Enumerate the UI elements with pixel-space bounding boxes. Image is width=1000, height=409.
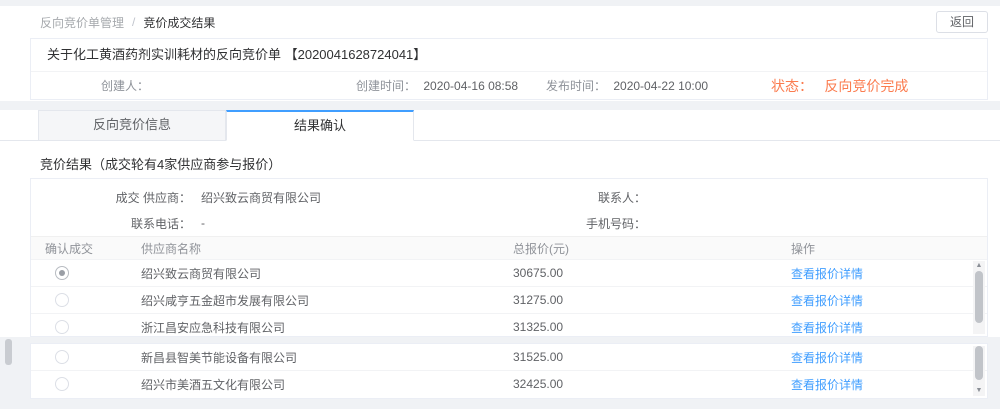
confirm-radio[interactable] [55, 350, 69, 364]
action-cell: 查看报价详情 [781, 376, 987, 393]
breadcrumb-current: 竞价成交结果 [143, 14, 215, 31]
create-time-value: 2020-04-16 08:58 [423, 79, 518, 93]
table-body-top: 绍兴致云商贸有限公司30675.00查看报价详情绍兴咸亨五金超市发展有限公司31… [31, 259, 987, 337]
confirm-cell [31, 266, 131, 281]
total-price-cell: 32425.00 [501, 377, 781, 391]
confirm-cell [31, 377, 131, 392]
phone-value: - [201, 216, 561, 230]
create-time-label: 创建时间： [356, 79, 416, 93]
view-quote-detail-link[interactable]: 查看报价详情 [791, 378, 863, 392]
create-time-field: 创建时间： 2020-04-16 08:58 [356, 72, 518, 100]
supplier-name-cell: 绍兴市美酒五文化有限公司 [131, 376, 501, 393]
action-cell: 查看报价详情 [781, 292, 987, 309]
action-cell: 查看报价详情 [781, 265, 987, 282]
back-button[interactable]: 返回 [936, 11, 988, 33]
action-cell: 查看报价详情 [781, 349, 987, 366]
scrollbar-fragment [5, 339, 12, 365]
total-price-cell: 31325.00 [501, 320, 781, 334]
publish-time-value: 2020-04-22 10:00 [613, 79, 708, 93]
order-title: 关于化工黄酒药剂实训耗材的反向竞价单 【2020041628724041】 [31, 39, 987, 72]
view-quote-detail-link[interactable]: 查看报价详情 [791, 321, 863, 335]
total-price-cell: 30675.00 [501, 266, 781, 280]
confirm-cell [31, 350, 131, 365]
view-quote-detail-link[interactable]: 查看报价详情 [791, 267, 863, 281]
confirm-radio[interactable] [55, 320, 69, 334]
winner-supplier-value: 绍兴致云商贸有限公司 [201, 189, 561, 206]
table-row: 绍兴咸亨五金超市发展有限公司31275.00 查看报价详情 [31, 286, 987, 313]
breadcrumb-bar: 反向竞价单管理 / 竞价成交结果 返回 [0, 6, 1000, 38]
total-price-cell: 31275.00 [501, 293, 781, 307]
col-supplier: 供应商名称 [131, 240, 501, 257]
tab-result-confirm[interactable]: 结果确认 [226, 110, 414, 141]
status-label: 状态： [771, 78, 813, 94]
publish-time-label: 发布时间： [546, 79, 606, 93]
view-quote-detail-link[interactable]: 查看报价详情 [791, 351, 863, 365]
winner-supplier-label: 成交 供应商： [31, 189, 191, 206]
table-body-bottom: 新昌县智美节能设备有限公司31525.00查看报价详情绍兴市美酒五文化有限公司3… [31, 344, 987, 397]
status-field: 状态： 反向竞价完成 [771, 72, 908, 101]
supplier-name-cell: 绍兴咸亨五金超市发展有限公司 [131, 292, 501, 309]
table-header: 确认成交 供应商名称 总报价(元) 操作 [31, 236, 987, 259]
confirm-cell [31, 320, 131, 335]
table-row: 浙江昌安应急科技有限公司31325.00 查看报价详情 [31, 313, 987, 337]
scroll-up-icon[interactable]: ▲ [976, 261, 983, 271]
result-section-title: 竞价结果（成交轮有4家供应商参与报价） [40, 154, 1000, 173]
table-row: 绍兴市美酒五文化有限公司32425.00 查看报价详情 [31, 370, 987, 397]
order-card: 关于化工黄酒药剂实训耗材的反向竞价单 【2020041628724041】 创建… [30, 38, 988, 100]
tab-reverse-auction-info[interactable]: 反向竞价信息 [38, 110, 226, 140]
winner-info-row: 联系电话： - 手机号码： [31, 210, 987, 236]
breadcrumb-separator: / [132, 15, 135, 29]
confirm-radio[interactable] [55, 377, 69, 391]
contact-label: 联系人： [561, 189, 646, 206]
stitch-band: 新昌县智美节能设备有限公司31525.00查看报价详情绍兴市美酒五文化有限公司3… [0, 337, 1000, 409]
table-row: 绍兴致云商贸有限公司30675.00 查看报价详情 [31, 259, 987, 286]
publish-time-field: 发布时间： 2020-04-22 10:00 [546, 72, 708, 100]
supplier-name-cell: 新昌县智美节能设备有限公司 [131, 349, 501, 366]
scrollbar-thumb[interactable] [975, 271, 983, 323]
scrollbar-thumb[interactable] [975, 346, 983, 380]
creator-field: 创建人： [101, 72, 153, 100]
action-cell: 查看报价详情 [781, 319, 987, 336]
order-meta: 创建人： 创建时间： 2020-04-16 08:58 发布时间： 2020-0… [31, 72, 987, 100]
result-box: 成交 供应商： 绍兴致云商贸有限公司 联系人： 联系电话： - 手机号码： 确认… [30, 178, 988, 337]
page-header: 反向竞价单管理 / 竞价成交结果 返回 关于化工黄酒药剂实训耗材的反向竞价单 【… [0, 6, 1000, 101]
result-box-continued: 新昌县智美节能设备有限公司31525.00查看报价详情绍兴市美酒五文化有限公司3… [30, 343, 988, 399]
col-total: 总报价(元) [501, 240, 781, 257]
status-badge: 反向竞价完成 [824, 78, 908, 94]
winner-info: 成交 供应商： 绍兴致云商贸有限公司 联系人： 联系电话： - 手机号码： [31, 179, 987, 236]
supplier-name-cell: 浙江昌安应急科技有限公司 [131, 319, 501, 336]
phone-label: 联系电话： [31, 215, 191, 232]
tab-bar: 反向竞价信息 结果确认 [0, 110, 1000, 141]
breadcrumb-parent[interactable]: 反向竞价单管理 [40, 14, 124, 31]
col-action: 操作 [781, 240, 987, 257]
table-row: 新昌县智美节能设备有限公司31525.00 查看报价详情 [31, 344, 987, 370]
creator-label: 创建人： [101, 79, 149, 93]
confirm-radio[interactable] [55, 266, 69, 280]
winner-info-row: 成交 供应商： 绍兴致云商贸有限公司 联系人： [31, 184, 987, 210]
total-price-cell: 31525.00 [501, 350, 781, 364]
confirm-radio[interactable] [55, 293, 69, 307]
mobile-label: 手机号码： [561, 215, 646, 232]
col-confirm: 确认成交 [31, 240, 131, 257]
view-quote-detail-link[interactable]: 查看报价详情 [791, 294, 863, 308]
scroll-down-icon[interactable]: ▼ [976, 386, 983, 396]
supplier-name-cell: 绍兴致云商贸有限公司 [131, 265, 501, 282]
confirm-cell [31, 293, 131, 308]
table-scrollbar[interactable]: ▲ [973, 261, 985, 334]
table-scrollbar[interactable]: ▼ [973, 346, 985, 396]
